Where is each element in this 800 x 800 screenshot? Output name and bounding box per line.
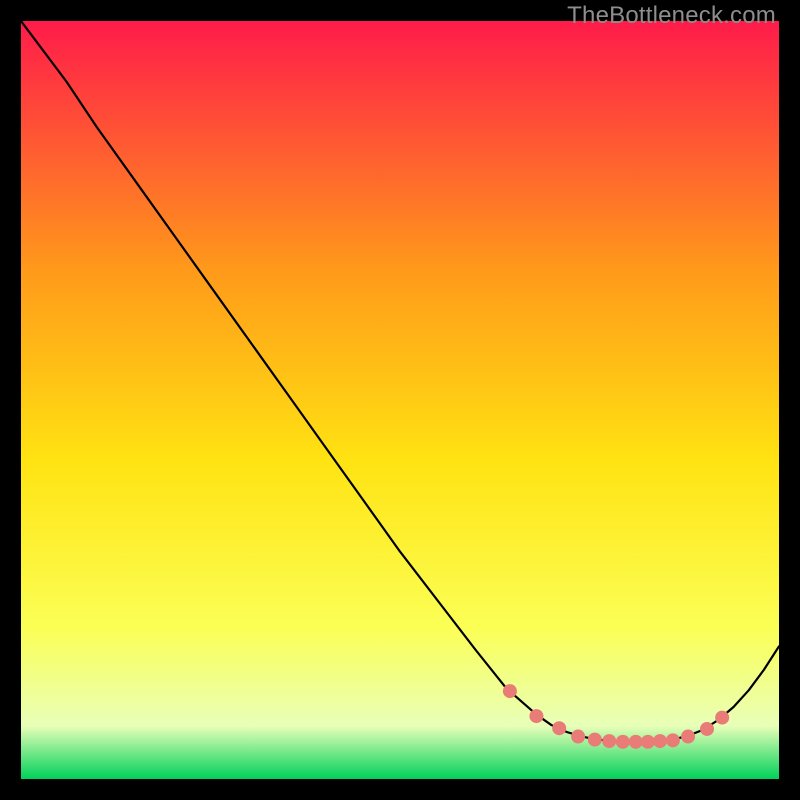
watermark-text: TheBottleneck.com	[567, 2, 776, 30]
marker-dot	[715, 711, 729, 725]
marker-dot	[503, 684, 517, 698]
marker-dot	[602, 734, 616, 748]
marker-dot	[700, 722, 714, 736]
plot-area	[21, 21, 779, 779]
marker-dot	[588, 733, 602, 747]
marker-dot	[571, 730, 585, 744]
marker-dot	[681, 730, 695, 744]
gradient-background	[21, 21, 779, 779]
chart-svg	[21, 21, 779, 779]
marker-dot	[629, 735, 643, 749]
marker-dot	[666, 733, 680, 747]
marker-dot	[552, 721, 566, 735]
marker-dot	[653, 734, 667, 748]
marker-dot	[529, 709, 543, 723]
marker-dot	[616, 735, 630, 749]
chart-frame: TheBottleneck.com	[0, 0, 800, 800]
marker-dot	[641, 735, 655, 749]
